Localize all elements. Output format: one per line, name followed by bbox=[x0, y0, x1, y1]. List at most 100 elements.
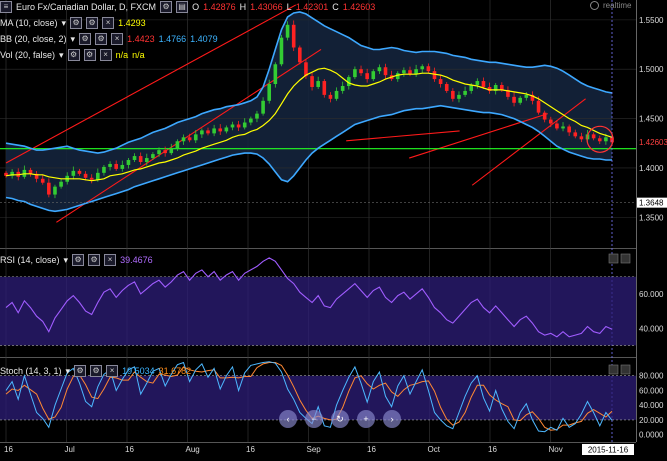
stoch-properties-icon[interactable]: ⚙ bbox=[90, 365, 103, 377]
bb-close-icon[interactable]: × bbox=[111, 33, 124, 45]
close-value: 1.42603 bbox=[342, 2, 376, 12]
support-price-label: 1.3648 bbox=[639, 199, 664, 208]
low-value: 1.42301 bbox=[295, 2, 329, 12]
stoch-legend: Stoch (14, 3, 1) ▾ ⚙ ⚙ × 19.5034 31.6782 bbox=[0, 365, 191, 377]
candle-body bbox=[285, 24, 290, 38]
ma-legend: MA (10, close) ▾ ⚙ ⚙ × 1.4293 bbox=[0, 17, 146, 29]
candle-body bbox=[475, 81, 480, 86]
stoch-settings-icon[interactable]: ⚙ bbox=[74, 365, 87, 377]
cursor-date-label: 2015-11-16 bbox=[588, 446, 629, 455]
bb-legend: BB (20, close, 2) ▾ ⚙ ⚙ × 1.4423 1.4766 … bbox=[0, 33, 218, 45]
properties-icon[interactable]: ▤ bbox=[176, 1, 189, 13]
vol-label[interactable]: Vol (20, false) bbox=[0, 50, 55, 60]
candle-body bbox=[518, 97, 522, 103]
candle-body bbox=[230, 124, 235, 128]
candle-body bbox=[96, 172, 100, 180]
candle-body bbox=[181, 137, 186, 142]
ma-dropdown-icon[interactable]: ▾ bbox=[62, 18, 67, 29]
candle-body bbox=[420, 66, 425, 70]
candle-body bbox=[604, 137, 608, 142]
candle-body bbox=[365, 73, 369, 80]
bb-settings-icon[interactable]: ⚙ bbox=[79, 33, 92, 45]
ma-label[interactable]: MA (10, close) bbox=[0, 18, 58, 28]
rsi-band-fill bbox=[0, 276, 636, 346]
candle-body bbox=[524, 94, 529, 98]
candle-body bbox=[169, 148, 174, 154]
x-tick-label: Aug bbox=[186, 445, 200, 454]
open-value: 1.42876 bbox=[203, 2, 236, 12]
panel-resize-icon[interactable] bbox=[608, 253, 619, 264]
rsi-settings-icon[interactable]: ⚙ bbox=[72, 254, 85, 266]
panel-resize-icon[interactable] bbox=[620, 253, 631, 264]
vol-properties-icon[interactable]: ⚙ bbox=[83, 49, 96, 61]
stoch-dropdown-icon[interactable]: ▾ bbox=[66, 366, 71, 377]
rsi-label[interactable]: RSI (14, close) bbox=[0, 255, 60, 265]
candle-body bbox=[187, 137, 192, 141]
candle-body bbox=[206, 130, 210, 134]
x-tick-label: 16 bbox=[367, 445, 376, 454]
candle-body bbox=[200, 130, 204, 135]
ma-close-icon[interactable]: × bbox=[102, 17, 115, 29]
panel-resize-icon[interactable] bbox=[608, 364, 619, 375]
candle-body bbox=[591, 134, 596, 139]
x-tick-label: 16 bbox=[488, 445, 497, 454]
candle-body bbox=[77, 170, 82, 174]
candle-body bbox=[249, 118, 253, 123]
panel-resize-icon[interactable] bbox=[620, 364, 631, 375]
candle-body bbox=[71, 170, 76, 176]
candle-body bbox=[512, 96, 516, 103]
rsi-dropdown-icon[interactable]: ▾ bbox=[64, 255, 69, 266]
candle-body bbox=[144, 158, 149, 162]
candle-body bbox=[444, 84, 449, 91]
bb-value-2: 1.4766 bbox=[158, 34, 187, 44]
rsi-value: 39.4676 bbox=[120, 255, 153, 265]
candle-body bbox=[59, 181, 63, 187]
candle-body bbox=[157, 150, 161, 155]
menu-icon[interactable]: ≡ bbox=[0, 1, 12, 13]
stoch-tick-label: 80.000 bbox=[639, 372, 664, 381]
candle-body bbox=[224, 127, 229, 132]
candle-body bbox=[261, 100, 265, 114]
price-header: ≡ Euro Fx/Canadian Dollar, D, FXCM ⚙ ▤ O… bbox=[0, 1, 375, 13]
candle-body bbox=[402, 70, 406, 74]
bb-dropdown-icon[interactable]: ▾ bbox=[71, 34, 76, 45]
y-tick-label: 1.4500 bbox=[639, 115, 664, 124]
candle-body bbox=[469, 85, 474, 91]
last-price-label: 1.42603 bbox=[639, 138, 667, 147]
vol-settings-icon[interactable]: ⚙ bbox=[67, 49, 80, 61]
candle-body bbox=[340, 85, 345, 91]
vol-dropdown-icon[interactable]: ▾ bbox=[59, 50, 64, 61]
rsi-properties-icon[interactable]: ⚙ bbox=[88, 254, 101, 266]
x-tick-label: 16 bbox=[4, 445, 13, 454]
stoch-tick-label: 40.000 bbox=[639, 401, 664, 410]
stoch-label[interactable]: Stoch (14, 3, 1) bbox=[0, 366, 62, 376]
candle-body bbox=[555, 123, 559, 129]
ma-settings-icon[interactable]: ⚙ bbox=[70, 17, 83, 29]
rsi-close-icon[interactable]: × bbox=[104, 254, 117, 266]
stoch-close-icon[interactable]: × bbox=[106, 365, 119, 377]
bb-properties-icon[interactable]: ⚙ bbox=[95, 33, 108, 45]
candle-body bbox=[40, 178, 45, 183]
settings-icon[interactable]: ⚙ bbox=[160, 1, 173, 13]
candle-body bbox=[108, 163, 112, 167]
bb-label[interactable]: BB (20, close, 2) bbox=[0, 34, 67, 44]
x-tick-label: Jul bbox=[65, 445, 75, 454]
candle-body bbox=[193, 134, 198, 141]
trend-line bbox=[409, 113, 548, 159]
bb-value-3: 1.4079 bbox=[190, 34, 218, 44]
ma-properties-icon[interactable]: ⚙ bbox=[86, 17, 99, 29]
candle-body bbox=[151, 154, 155, 159]
price-chart-canvas[interactable]: 1.5500 1.5000 1.4500 1.4000 1.3500 1.42603 1.3… bbox=[0, 0, 667, 456]
candle-body bbox=[500, 85, 504, 90]
open-label: O bbox=[192, 2, 200, 12]
candle-body bbox=[463, 90, 467, 95]
candle-body bbox=[242, 122, 247, 128]
symbol-title[interactable]: Euro Fx/Canadian Dollar, D, FXCM bbox=[16, 2, 156, 12]
candle-body bbox=[573, 132, 578, 137]
vol-close-icon[interactable]: × bbox=[99, 49, 112, 61]
candle-body bbox=[579, 136, 584, 140]
vol-legend: Vol (20, false) ▾ ⚙ ⚙ × n/a n/a bbox=[0, 49, 145, 61]
rsi-legend: RSI (14, close) ▾ ⚙ ⚙ × 39.4676 bbox=[0, 254, 153, 266]
candle-body bbox=[267, 84, 272, 101]
y-tick-label: 1.4000 bbox=[639, 164, 664, 173]
